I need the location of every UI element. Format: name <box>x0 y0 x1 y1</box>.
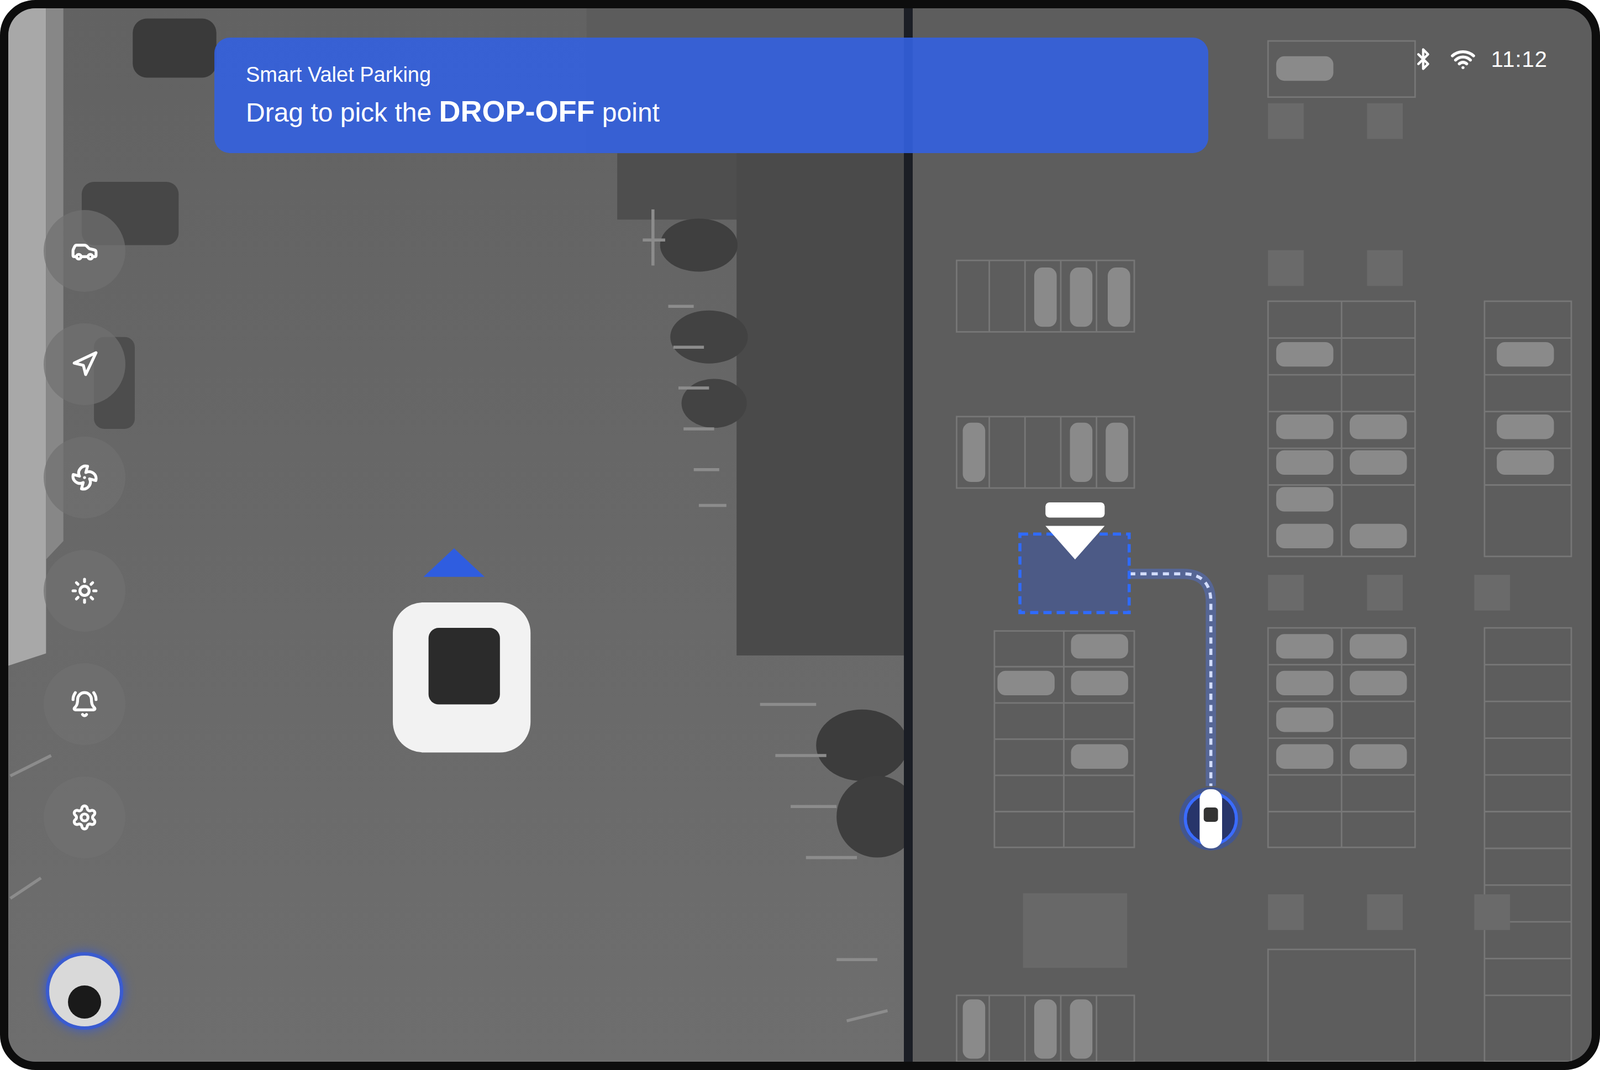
pillar <box>1267 103 1304 140</box>
settings-icon <box>70 803 99 831</box>
media-avatar[interactable] <box>45 951 124 1030</box>
fan-icon <box>70 463 99 492</box>
parked-car <box>1070 744 1128 769</box>
parked-car <box>1276 414 1334 439</box>
map-panel: 11:12 <box>912 8 1592 1062</box>
parked-car <box>1276 744 1334 769</box>
wifi-icon <box>1450 46 1476 72</box>
banner-subtitle: Smart Valet Parking <box>245 61 1177 88</box>
sidebar-button[interactable] <box>43 209 126 292</box>
vehicle-position <box>1179 786 1243 851</box>
sidebar-button[interactable] <box>43 776 126 859</box>
drop-off-marker[interactable] <box>1019 502 1130 613</box>
bell-icon <box>70 690 99 718</box>
parked-car <box>1107 267 1131 327</box>
pillar <box>1474 893 1510 930</box>
parked-car <box>1496 341 1554 367</box>
pillar <box>1366 574 1403 611</box>
parked-car <box>1276 633 1334 659</box>
parked-car <box>1276 486 1334 512</box>
parked-car <box>1070 633 1128 659</box>
direction-arrow-icon <box>423 548 485 577</box>
parking-map[interactable] <box>912 8 1592 1062</box>
camera-panel <box>8 8 904 1062</box>
parked-car <box>1349 414 1407 439</box>
parked-car <box>1276 56 1334 81</box>
ego-car <box>392 602 531 752</box>
parked-car <box>1276 341 1334 367</box>
parked-car <box>1105 422 1129 482</box>
sidebar <box>43 209 126 859</box>
parked-car <box>962 422 986 482</box>
sidebar-button[interactable] <box>43 436 126 519</box>
parked-car <box>1276 670 1334 696</box>
navigation-icon <box>70 350 99 378</box>
parked-car <box>962 998 986 1059</box>
screen: 11:12 Smart Valet Parking Drag to pick the… <box>0 0 1600 1070</box>
banner-instruction: Drag to pick the DROP-OFF point <box>245 95 1177 129</box>
parked-car <box>1349 523 1407 549</box>
parked-car <box>1034 998 1057 1059</box>
album-art <box>67 985 102 1019</box>
clock: 11:12 <box>1491 44 1548 74</box>
parked-car <box>1070 670 1128 696</box>
status-bar: 11:12 <box>1411 44 1548 74</box>
parked-car <box>1070 998 1093 1059</box>
pillar <box>1366 250 1403 287</box>
divider <box>903 8 913 1062</box>
pillar <box>1474 574 1510 611</box>
instruction-banner: Smart Valet Parking Drag to pick the DROP… <box>214 37 1209 154</box>
pillar <box>1267 893 1304 930</box>
bluetooth-icon <box>1411 47 1435 71</box>
pillar <box>1366 103 1403 140</box>
parked-car <box>1349 633 1407 659</box>
parked-car <box>997 670 1055 696</box>
sidebar-button[interactable] <box>43 323 126 405</box>
pillar <box>1366 893 1403 930</box>
building-block <box>1023 892 1128 968</box>
sidebar-button[interactable] <box>43 549 126 632</box>
pillar <box>1267 250 1304 287</box>
parked-car <box>1276 523 1334 549</box>
brightness-icon <box>70 576 99 605</box>
parked-car <box>1349 450 1407 475</box>
route-path <box>1129 573 1212 786</box>
parked-car <box>1496 414 1554 439</box>
parked-car <box>1034 267 1057 327</box>
parked-car <box>1070 422 1093 482</box>
car-icon <box>70 237 99 265</box>
parked-car <box>1070 267 1093 327</box>
sidebar-button[interactable] <box>43 662 126 745</box>
parked-car <box>1349 670 1407 696</box>
parked-car <box>1496 450 1554 475</box>
parked-car <box>1349 744 1407 769</box>
pillar <box>1267 574 1304 611</box>
display-frame: 11:12 Smart Valet Parking Drag to pick the… <box>0 0 1600 1070</box>
parked-car <box>1276 707 1334 732</box>
parking-lines <box>956 40 1572 1062</box>
parked-car <box>1276 450 1334 475</box>
camera-view <box>8 8 904 1062</box>
